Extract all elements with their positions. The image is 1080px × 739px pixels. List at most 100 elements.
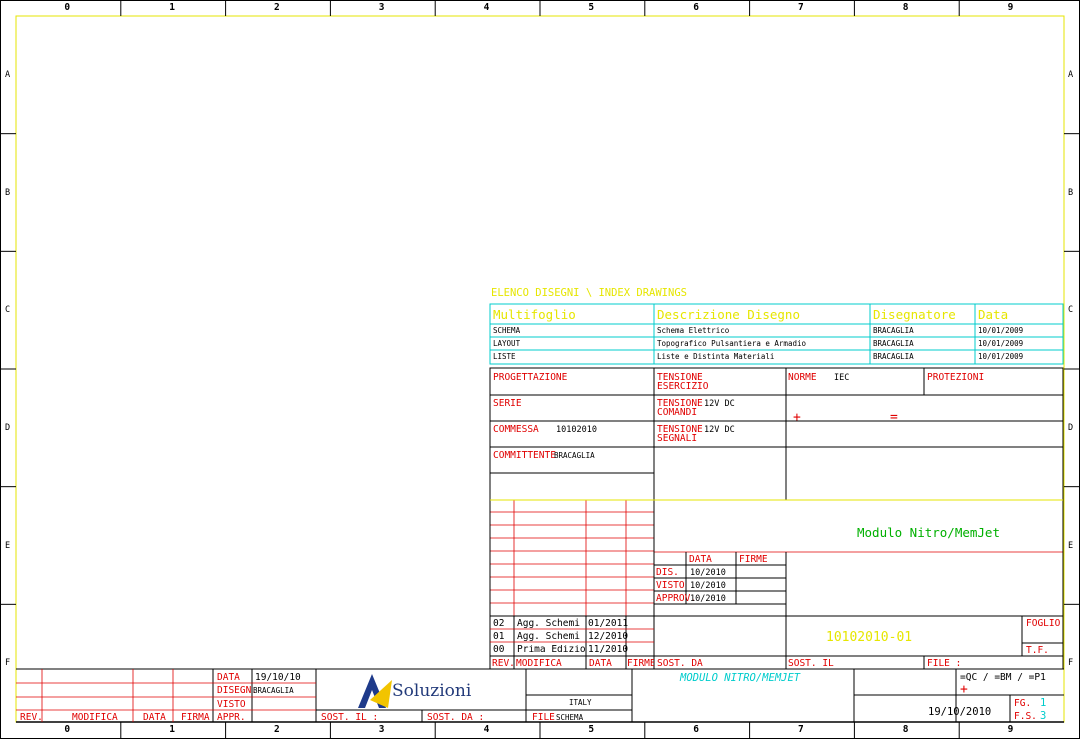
progettazione-label: PROGETTAZIONE — [493, 372, 568, 383]
rev-modifica: Agg. Schemi — [517, 618, 580, 629]
rev-header-rev: REV. — [492, 658, 515, 669]
row-label: A — [5, 69, 11, 80]
country: ITALY — [569, 698, 592, 707]
bl-header-data: DATA — [143, 712, 166, 723]
row-label: B — [5, 187, 11, 198]
index-cell: SCHEMA — [493, 326, 521, 335]
column-label: 3 — [378, 2, 385, 13]
rev-header-data: DATA — [589, 658, 612, 669]
row-label: A — [1068, 69, 1074, 80]
file-label: FILE : — [927, 658, 962, 669]
bl-visto-label: VISTO — [217, 699, 246, 710]
rev-data: 11/2010 — [588, 644, 629, 655]
bl-disegn-value: BRACAGLIA — [253, 686, 294, 695]
column-label: 6 — [693, 2, 699, 13]
column-label: 8 — [902, 724, 909, 735]
sign-label-dis: DIS. — [656, 567, 679, 578]
rev-data: 12/2010 — [588, 631, 629, 642]
bl-file-label: FILE — [532, 712, 555, 723]
drawing-title: Modulo Nitro/MemJet — [857, 525, 1000, 540]
rev-header-firme: FIRME — [627, 659, 654, 669]
rev-number: 02 — [493, 618, 505, 629]
committente-value: BRACAGLIA — [554, 451, 595, 460]
bl-header-rev: REV. — [20, 712, 43, 723]
index-cell: 10/01/2009 — [978, 352, 1024, 361]
doc-number: 10102010-01 — [826, 630, 913, 645]
index-cell: LISTE — [493, 352, 516, 361]
bl-date: 19/10/2010 — [928, 706, 992, 718]
row-label: D — [5, 422, 11, 433]
row-label: E — [1068, 540, 1074, 551]
column-label: 5 — [588, 2, 595, 13]
commessa-label: COMMESSA — [493, 424, 539, 435]
rev-number: 00 — [493, 644, 505, 655]
index-cell: Schema Elettrico — [657, 326, 730, 335]
norme-label: NORME — [788, 372, 817, 383]
bl-sost-da-label: SOST. DA : — [427, 712, 485, 723]
fg-label: FG. — [1014, 698, 1032, 709]
fs-label: F.S. — [1014, 711, 1037, 722]
column-label: 4 — [483, 724, 490, 735]
row-label: C — [5, 305, 11, 316]
column-label: 4 — [483, 2, 490, 13]
sign-date-visto: 10/2010 — [690, 581, 726, 591]
column-label: 8 — [902, 2, 909, 13]
rev-modifica: Prima Edizione — [517, 645, 585, 655]
sost-da-label: SOST. DA — [657, 658, 703, 669]
row-label: F — [1068, 658, 1074, 669]
index-cell: Liste e Distinta Materiali — [657, 352, 775, 361]
bl-disegn-label: DISEGN. — [217, 685, 258, 696]
column-label: 0 — [64, 2, 71, 13]
tensione-esercizio-label-2: ESERCIZIO — [657, 381, 709, 392]
index-cell: BRACAGLIA — [873, 339, 914, 348]
rev-number: 01 — [493, 631, 505, 642]
index-header-multifoglio: Multifoglio — [493, 307, 576, 322]
row-label: D — [1068, 422, 1074, 433]
column-label: 7 — [798, 724, 804, 735]
column-label: 1 — [169, 724, 175, 735]
tensione-comandi-value: 12V DC — [704, 399, 735, 409]
fs-value: 3 — [1040, 710, 1047, 722]
column-label: 0 — [64, 724, 71, 735]
ref-plus: + — [960, 682, 968, 697]
sign-header-firme: FIRME — [739, 554, 768, 565]
column-label: 9 — [1007, 724, 1014, 735]
bl-file-value: SCHEMA — [556, 713, 584, 722]
index-cell: BRACAGLIA — [873, 352, 914, 361]
protezioni-label: PROTEZIONI — [927, 372, 985, 383]
column-label: 9 — [1007, 2, 1014, 13]
bl-data-value: 19/10/10 — [255, 672, 301, 683]
index-header-descrizione: Descrizione Disegno — [657, 307, 800, 322]
bl-sost-il-label: SOST. IL : — [321, 712, 379, 723]
rev-header-modifica: MODIFICA — [516, 658, 562, 669]
sost-il-label: SOST. IL — [788, 658, 834, 669]
equal-mark: = — [890, 410, 898, 425]
row-label: C — [1068, 305, 1074, 316]
column-label: 7 — [798, 2, 804, 13]
tensione-segnali-value: 12V DC — [704, 425, 735, 435]
row-label: E — [5, 540, 11, 551]
committente-label: COMMITTENTE — [493, 450, 556, 461]
fg-value: 1 — [1040, 697, 1047, 709]
index-cell: 10/01/2009 — [978, 326, 1024, 335]
bl-data-label: DATA — [217, 672, 240, 683]
tensione-comandi-label-2: COMANDI — [657, 407, 698, 418]
column-label: 3 — [378, 724, 385, 735]
sign-date-approv: 10/2010 — [690, 594, 726, 604]
sign-label-visto: VISTO — [656, 580, 685, 591]
column-label: 1 — [169, 2, 175, 13]
company-logo: Soluzioni — [356, 670, 486, 710]
bl-header-firma: FIRMA — [181, 712, 210, 723]
company-name: Soluzioni — [392, 681, 472, 701]
serie-label: SERIE — [493, 398, 522, 409]
row-label: F — [5, 658, 11, 669]
norme-value: IEC — [834, 373, 850, 383]
index-title: ELENCO DISEGNI \ INDEX DRAWINGS — [491, 287, 687, 299]
plus-mark: + — [793, 410, 801, 425]
tensione-segnali-label-2: SEGNALI — [657, 433, 698, 444]
index-header-data: Data — [978, 307, 1009, 322]
sign-header-data: DATA — [689, 554, 712, 565]
row-label: B — [1068, 187, 1074, 198]
column-label: 6 — [693, 724, 699, 735]
index-header-disegnatore: Disegnatore — [873, 307, 956, 322]
